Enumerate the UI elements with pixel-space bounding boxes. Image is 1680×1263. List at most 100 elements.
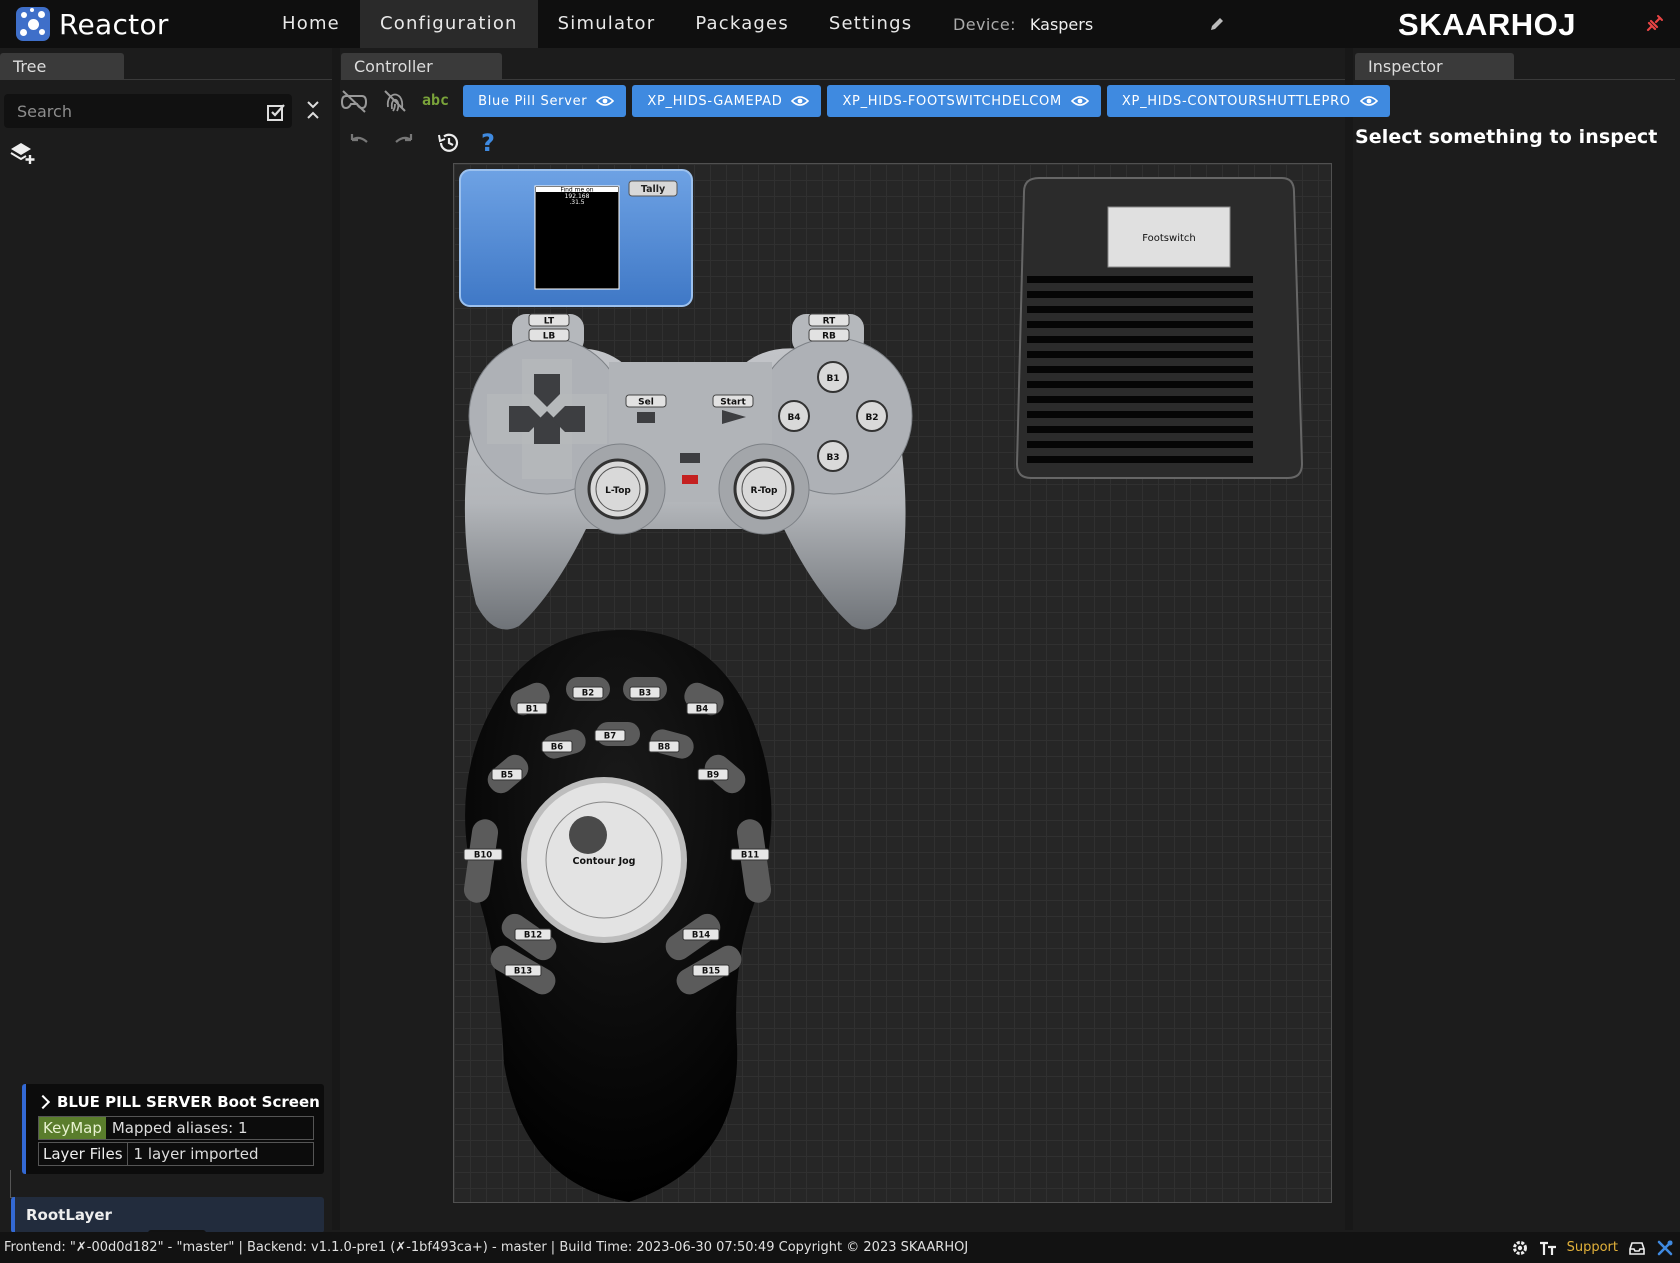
contour-button-b11[interactable]: B11 [730,848,770,861]
tab-tree[interactable]: Tree [0,53,124,79]
svg-text:B2: B2 [582,689,594,699]
contour-button-b14[interactable]: B14 [682,928,720,941]
nav-settings[interactable]: Settings [809,0,932,48]
inspector-tab-underline [1355,79,1675,80]
contour-button-b4[interactable]: B4 [686,702,718,715]
contour-jog-wheel[interactable]: Contour Jog [521,777,687,943]
left-splitter[interactable] [332,48,340,1230]
contour-button-b5[interactable]: B5 [491,768,523,781]
tools-icon[interactable] [1656,1239,1674,1257]
blue-pill-server-device[interactable]: Find me on 192.168 .31.5 Tally [459,169,693,307]
tally-label: Tally [641,184,666,195]
app-logo[interactable]: Reactor [0,0,262,48]
root-layer-label: RootLayer [26,1206,112,1224]
inspector-empty-message: Select something to inspect [1355,126,1658,148]
eye-icon[interactable] [791,95,810,107]
device-label: Device: [953,14,1016,34]
collapse-all-icon[interactable] [305,99,321,121]
keymap-value: Mapped aliases: 1 [111,1119,248,1137]
face-button-b3[interactable]: B3 [817,440,849,472]
lb-label: LB [543,332,556,342]
eye-icon[interactable] [596,95,615,107]
nav-simulator[interactable]: Simulator [538,0,676,48]
left-stick[interactable]: L-Top [587,458,649,520]
contour-button-b3[interactable]: B3 [629,686,661,699]
layer-card-title[interactable]: BLUE PILL SERVER Boot Screen [35,1093,320,1111]
device-chip-gamepad[interactable]: XP_HIDS-GAMEPAD [632,85,822,117]
tab-inspector[interactable]: Inspector [1355,53,1514,79]
support-link[interactable]: Support [1567,1240,1618,1255]
text-size-icon[interactable] [1539,1239,1557,1257]
undo-icon[interactable] [346,130,372,156]
face-button-b4[interactable]: B4 [778,400,810,432]
svg-text:L-Top: L-Top [605,486,631,496]
keymap-row: KeyMap Mapped aliases: 1 [38,1116,314,1140]
fingerprint-off-icon[interactable] [381,87,409,115]
svg-text:B7: B7 [604,732,616,742]
contour-button-b9[interactable]: B9 [697,768,729,781]
nav-configuration[interactable]: Configuration [359,0,538,48]
controller-canvas[interactable]: Find me on 192.168 .31.5 Tally LT LB RT … [453,163,1332,1203]
svg-text:B8: B8 [658,743,670,753]
rb-label: RB [822,332,836,342]
device-chip-footswitch[interactable]: XP_HIDS-FOOTSWITCHDELCOM [827,85,1101,117]
start-label: Start [720,398,746,408]
svg-text:B15: B15 [702,967,720,977]
layer-info-card[interactable]: BLUE PILL SERVER Boot Screen KeyMap Mapp… [22,1084,324,1174]
svg-text:B1: B1 [826,374,839,384]
face-button-b1[interactable]: B1 [817,361,849,393]
power-led [682,475,698,484]
tray-icon[interactable] [1628,1239,1646,1257]
contour-button-b8[interactable]: B8 [648,740,680,753]
gamepad-device[interactable]: LT LB RT RB Sel Start B1 B2 B3 B4 L-Top … [464,313,913,630]
layer-files-row: Layer Files 1 layer imported [38,1142,314,1166]
disconnect-plug-icon[interactable] [1643,13,1665,35]
svg-text:B11: B11 [741,851,759,861]
device-indicator: Device: Kaspers [953,0,1093,48]
pencil-edit-icon[interactable] [1208,15,1226,33]
contour-button-b10[interactable]: B10 [463,848,503,861]
contour-button-b7[interactable]: B7 [594,729,626,742]
screen-line-3: .31.5 [569,199,584,206]
face-button-b2[interactable]: B2 [856,400,888,432]
hide-gamepad-icon[interactable] [340,87,368,115]
contour-button-b6[interactable]: B6 [541,740,573,753]
show-labels-toggle[interactable]: abc [422,91,449,109]
select-checkbox-icon[interactable] [266,102,286,122]
tree-search-input[interactable] [4,94,254,128]
right-stick[interactable]: R-Top [733,458,795,520]
contour-button-b15[interactable]: B15 [692,964,730,977]
contour-button-b1[interactable]: B1 [516,702,548,715]
history-icon[interactable] [436,130,462,156]
footswitch-device[interactable]: Footswitch [1015,177,1304,479]
svg-text:B3: B3 [639,689,651,699]
tree-connector [10,1170,22,1198]
sel-label: Sel [638,398,654,408]
help-icon[interactable]: ? [481,129,495,157]
root-layer-item[interactable]: RootLayer [11,1197,324,1233]
controller-toolbar: abc Blue Pill Server XP_HIDS-GAMEPAD XP_… [340,82,1390,120]
nav-home[interactable]: Home [262,0,360,48]
mode-led [680,453,700,463]
nav-packages[interactable]: Packages [675,0,809,48]
contour-button-b12[interactable]: B12 [514,928,552,941]
tree-panel [0,80,330,1230]
add-layer-icon[interactable] [10,140,36,166]
tab-controller[interactable]: Controller [341,53,502,79]
tree-search-box [4,94,292,128]
settings-gear-icon[interactable] [1511,1239,1529,1257]
eye-icon[interactable] [1070,95,1089,107]
lt-label: LT [544,317,555,327]
device-chip-blue-pill-server[interactable]: Blue Pill Server [463,85,627,117]
redo-icon[interactable] [391,130,417,156]
contour-button-b2[interactable]: B2 [572,686,604,699]
footer-actions: Support [1501,1232,1674,1263]
eye-icon[interactable] [1359,95,1378,107]
contour-button-b13[interactable]: B13 [504,964,542,977]
contour-shuttle-device[interactable]: Contour Jog B1 B2 B3 B4 B5 B6 B7 B8 B9 B… [462,629,772,1202]
device-chip-contour[interactable]: XP_HIDS-CONTOURSHUTTLEPRO [1106,85,1390,117]
device-chip-label: XP_HIDS-GAMEPAD [647,93,783,109]
right-splitter[interactable] [1345,48,1353,1230]
keymap-tag: KeyMap [39,1117,106,1139]
svg-text:B5: B5 [501,771,513,781]
